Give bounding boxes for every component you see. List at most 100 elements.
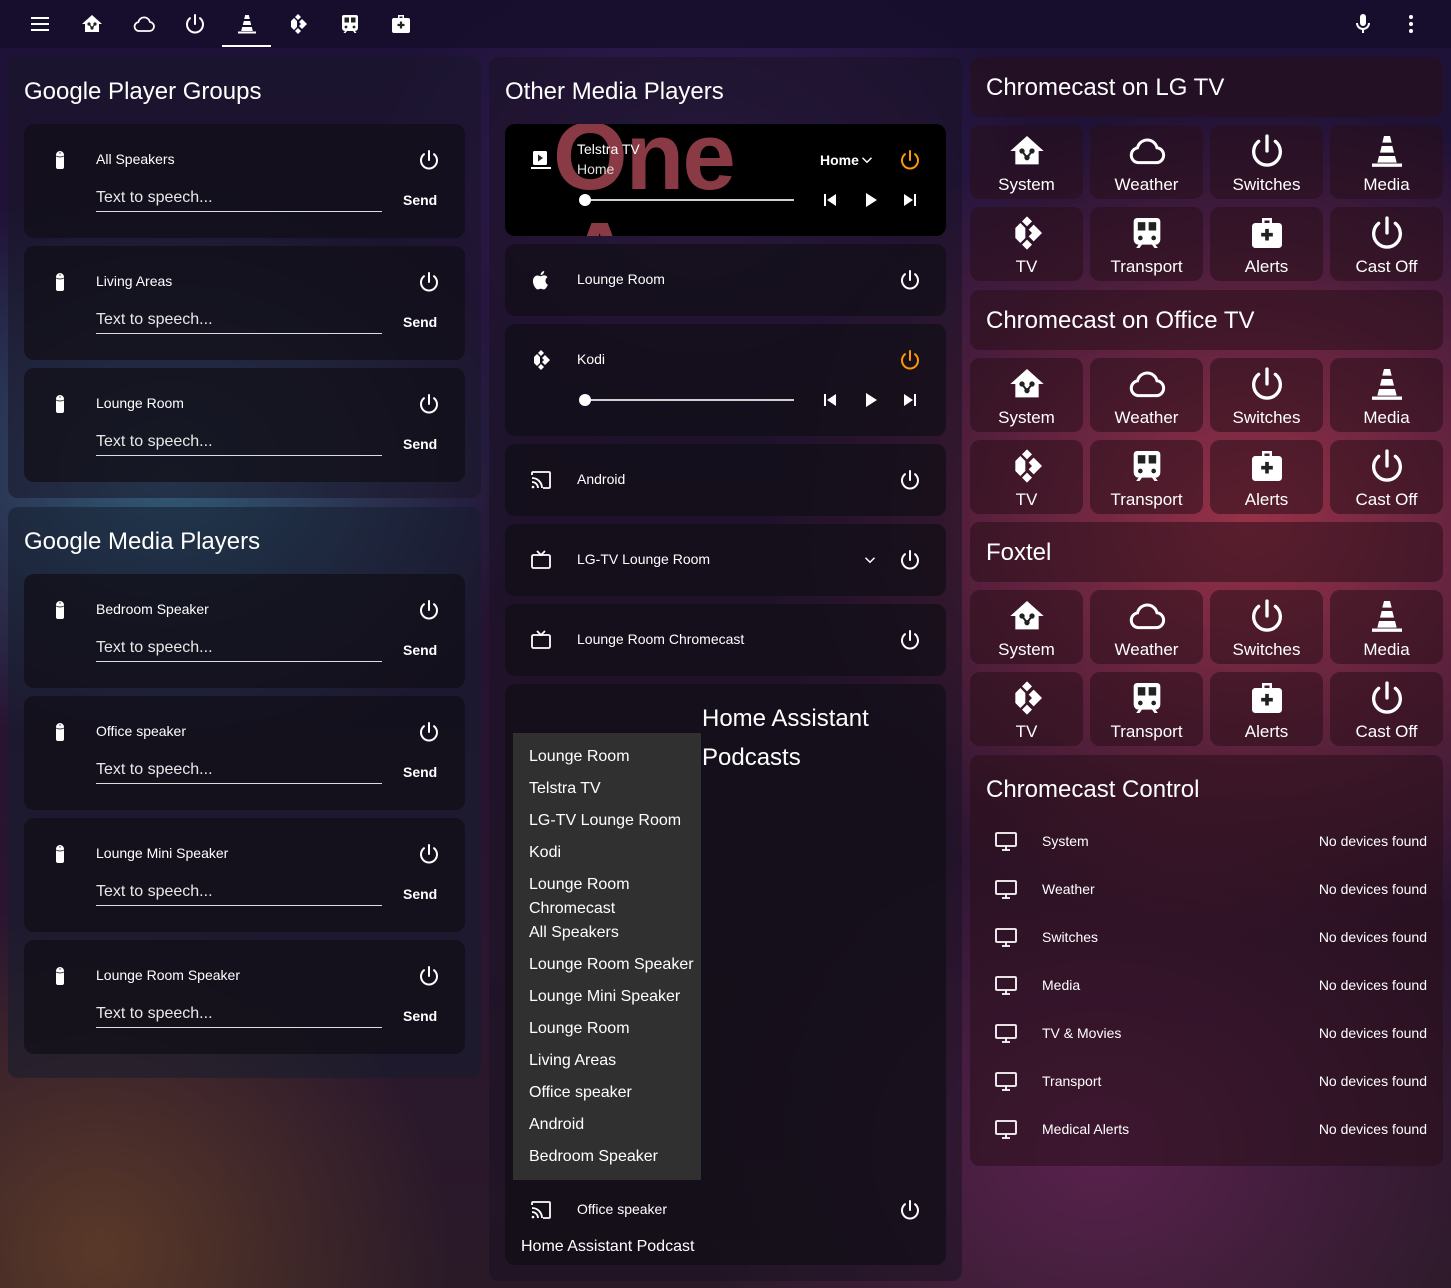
tts-input[interactable]: Text to speech... (96, 188, 382, 212)
power-icon[interactable] (898, 628, 922, 652)
tts-card: Lounge Mini Speaker Text to speech... Send (24, 818, 465, 932)
media-tile[interactable]: Media (1330, 358, 1443, 432)
control-row-status[interactable]: No devices found (1319, 881, 1427, 897)
system-tile[interactable]: System (970, 590, 1083, 664)
weather-tile[interactable]: Weather (1090, 358, 1203, 432)
tts-input[interactable]: Text to speech... (96, 882, 382, 906)
send-button[interactable]: Send (403, 642, 437, 658)
power-icon[interactable] (417, 964, 441, 988)
send-button[interactable]: Send (403, 436, 437, 452)
power-icon[interactable] (898, 1198, 922, 1222)
dropdown-item[interactable]: Bedroom Speaker (529, 1145, 658, 1169)
switches-tile[interactable]: Switches (1210, 590, 1323, 664)
tts-input[interactable]: Text to speech... (96, 760, 382, 784)
tab-home-automation-icon[interactable] (80, 12, 104, 36)
chevron-down-icon[interactable] (858, 548, 882, 572)
tv-tile[interactable]: TV (970, 672, 1083, 746)
send-button[interactable]: Send (403, 314, 437, 330)
transport-tile[interactable]: Transport (1090, 440, 1203, 514)
dropdown-item[interactable]: Lounge Room Chromecast (529, 873, 689, 921)
switches-tile[interactable]: Switches (1210, 358, 1323, 432)
transport-tile[interactable]: Transport (1090, 672, 1203, 746)
active-tab-indicator (222, 45, 271, 47)
control-row-status[interactable]: No devices found (1319, 1025, 1427, 1041)
system-tile[interactable]: System (970, 125, 1083, 199)
power-icon[interactable] (417, 270, 441, 294)
transport-tile[interactable]: Transport (1090, 207, 1203, 281)
tab-cone-icon[interactable] (235, 12, 259, 36)
weather-tile[interactable]: Weather (1090, 125, 1203, 199)
send-button[interactable]: Send (403, 764, 437, 780)
tab-power-icon[interactable] (183, 12, 207, 36)
dropdown-item[interactable]: Office speaker (529, 1081, 632, 1105)
dropdown-item[interactable]: All Speakers (529, 921, 619, 945)
play-icon[interactable] (858, 188, 882, 212)
microphone-icon[interactable] (1351, 12, 1375, 36)
tts-input[interactable]: Text to speech... (96, 310, 382, 334)
power-icon[interactable] (417, 598, 441, 622)
progress-slider[interactable] (585, 399, 794, 401)
control-row-status[interactable]: No devices found (1319, 1073, 1427, 1089)
dropdown-item[interactable]: Living Areas (529, 1049, 616, 1073)
dots-vertical-icon[interactable] (1399, 12, 1423, 36)
control-row-status[interactable]: No devices found (1319, 1121, 1427, 1137)
send-button[interactable]: Send (403, 192, 437, 208)
tile-label: System (998, 408, 1055, 427)
tv-tile[interactable]: TV (970, 440, 1083, 514)
system-tile[interactable]: System (970, 358, 1083, 432)
power-icon[interactable] (898, 268, 922, 292)
next-icon[interactable] (898, 388, 922, 412)
tab-train-icon[interactable] (338, 12, 362, 36)
dropdown-item[interactable]: LG-TV Lounge Room (529, 809, 681, 833)
progress-slider-knob[interactable] (579, 194, 591, 206)
tts-input[interactable]: Text to speech... (96, 432, 382, 456)
previous-icon[interactable] (818, 388, 842, 412)
dropdown-item[interactable]: Kodi (529, 841, 561, 865)
tab-kodi-icon[interactable] (286, 12, 310, 36)
power-icon[interactable] (898, 148, 922, 172)
tab-medical-bag-icon[interactable] (389, 12, 413, 36)
power-icon[interactable] (898, 348, 922, 372)
alerts-tile[interactable]: Alerts (1210, 672, 1323, 746)
dropdown-item[interactable]: Android (529, 1113, 584, 1137)
power-icon[interactable] (898, 468, 922, 492)
tts-input[interactable]: Text to speech... (96, 1004, 382, 1028)
source-select[interactable]: Home (820, 152, 859, 168)
media-tile[interactable]: Media (1330, 125, 1443, 199)
play-icon[interactable] (858, 388, 882, 412)
power-icon[interactable] (898, 548, 922, 572)
cloud-icon (1127, 364, 1167, 404)
previous-icon[interactable] (818, 188, 842, 212)
send-button[interactable]: Send (403, 1008, 437, 1024)
next-icon[interactable] (898, 188, 922, 212)
power-icon[interactable] (417, 148, 441, 172)
tab-cloud-icon[interactable] (132, 12, 156, 36)
power-icon[interactable] (417, 392, 441, 416)
tts-input[interactable]: Text to speech... (96, 638, 382, 662)
dropdown-item[interactable]: Lounge Room (529, 745, 630, 769)
power-icon[interactable] (417, 842, 441, 866)
menu-icon[interactable] (28, 12, 52, 36)
chevron-down-icon[interactable] (858, 148, 882, 172)
tv-tile[interactable]: TV (970, 207, 1083, 281)
weather-tile[interactable]: Weather (1090, 590, 1203, 664)
cast-off-tile[interactable]: Cast Off (1330, 207, 1443, 281)
dropdown-item[interactable]: Telstra TV (529, 777, 601, 801)
control-row-status[interactable]: No devices found (1319, 929, 1427, 945)
power-icon[interactable] (417, 720, 441, 744)
alerts-tile[interactable]: Alerts (1210, 207, 1323, 281)
alerts-tile[interactable]: Alerts (1210, 440, 1323, 514)
dropdown-item[interactable]: Lounge Room (529, 1017, 630, 1041)
cast-off-tile[interactable]: Cast Off (1330, 672, 1443, 746)
cast-off-tile[interactable]: Cast Off (1330, 440, 1443, 514)
media-tile[interactable]: Media (1330, 590, 1443, 664)
progress-slider-knob[interactable] (579, 394, 591, 406)
control-row-status[interactable]: No devices found (1319, 977, 1427, 993)
switches-tile[interactable]: Switches (1210, 125, 1323, 199)
dropdown-item[interactable]: Lounge Mini Speaker (529, 985, 680, 1009)
control-row-status[interactable]: No devices found (1319, 833, 1427, 849)
tile-label: Transport (1110, 257, 1183, 276)
send-button[interactable]: Send (403, 886, 437, 902)
progress-slider[interactable] (585, 199, 794, 201)
dropdown-item[interactable]: Lounge Room Speaker (529, 953, 694, 977)
